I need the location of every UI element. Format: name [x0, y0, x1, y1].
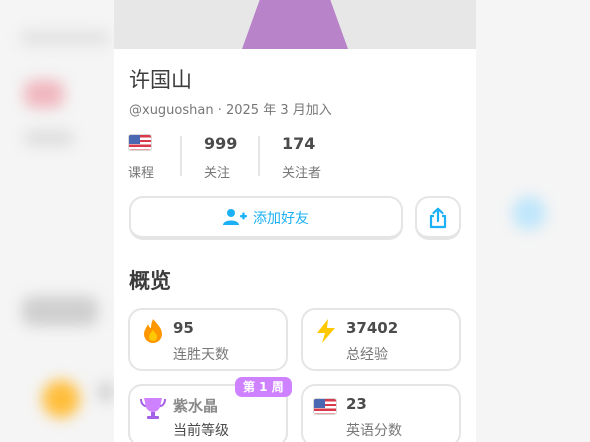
streak-label: 连胜天数	[173, 347, 229, 363]
stat-followers[interactable]: 174 关注者	[282, 134, 321, 181]
avatar	[242, 0, 348, 49]
week-badge: 第 1 周	[235, 377, 292, 397]
overview-card-streak: 95 连胜天数	[128, 308, 288, 371]
background-blur-block	[24, 130, 74, 146]
xp-label: 总经验	[346, 347, 388, 363]
us-flag-icon	[128, 134, 152, 151]
share-button[interactable]	[415, 196, 461, 240]
league-value: 紫水晶	[173, 397, 219, 415]
stat-divider	[258, 136, 260, 176]
background-flag-blur	[24, 80, 64, 108]
amethyst-trophy-icon	[140, 398, 166, 419]
overview-title: 概览	[129, 269, 171, 293]
english-score-value: 23	[346, 395, 367, 413]
stat-followers-value: 174	[282, 134, 316, 153]
background-flame-blur	[42, 380, 80, 418]
background-blur-block	[20, 30, 110, 46]
stat-courses-label: 课程	[128, 166, 155, 181]
profile-banner	[114, 0, 476, 49]
stat-divider	[180, 136, 182, 176]
english-score-label: 英语分数	[346, 423, 402, 439]
add-user-icon	[223, 209, 247, 225]
us-flag-icon	[313, 398, 339, 424]
background-share-blur	[512, 196, 546, 230]
add-friend-button[interactable]: 添加好友	[129, 196, 403, 240]
league-label: 当前等级	[173, 423, 229, 439]
profile-handle-joined: @xuguoshan · 2025 年 3 月加入	[129, 103, 332, 118]
stat-following[interactable]: 999 关注	[204, 134, 237, 181]
background-blur-block	[98, 382, 114, 402]
share-icon	[429, 207, 447, 229]
overview-card-english-score: 23 英语分数	[301, 384, 461, 442]
stat-followers-label: 关注者	[282, 166, 322, 181]
flame-icon	[144, 319, 162, 343]
xp-value: 37402	[346, 319, 399, 337]
streak-value: 95	[173, 319, 194, 337]
stat-following-value: 999	[204, 134, 238, 153]
background-blur-block	[22, 296, 98, 326]
profile-name: 许国山	[129, 68, 192, 92]
lightning-icon	[317, 319, 335, 343]
stat-following-label: 关注	[204, 166, 231, 181]
profile-panel: 许国山 @xuguoshan · 2025 年 3 月加入 课程 999 关注 …	[114, 0, 476, 442]
stat-courses[interactable]: 课程	[128, 134, 154, 181]
add-friend-label: 添加好友	[253, 211, 309, 227]
overview-card-xp: 37402 总经验	[301, 308, 461, 371]
